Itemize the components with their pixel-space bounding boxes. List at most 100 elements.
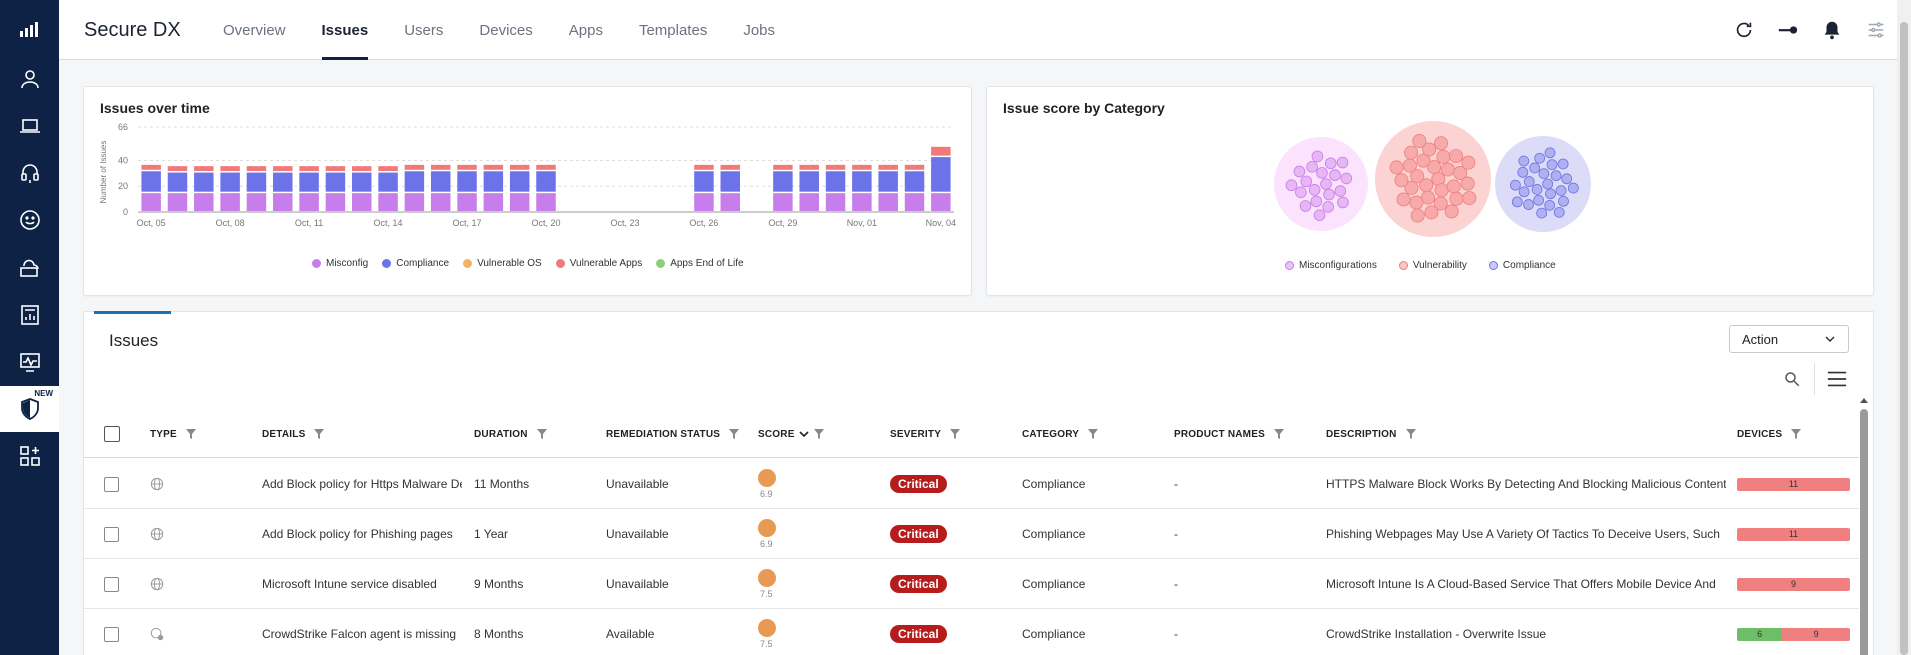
row-checkbox[interactable]	[104, 576, 119, 592]
filter-icon[interactable]	[1087, 428, 1099, 440]
bar-segment	[773, 193, 793, 211]
col-remediation-status[interactable]: REMEDIATION STATUS	[606, 410, 740, 458]
cloud-folder-icon[interactable]	[0, 245, 59, 291]
header-actions	[1733, 0, 1887, 60]
filter-icon[interactable]	[313, 428, 325, 440]
col-category[interactable]: CATEGORY	[1022, 410, 1099, 458]
select-all-checkbox[interactable]	[104, 426, 120, 442]
settings-sliders-icon[interactable]	[1865, 19, 1887, 41]
search-button[interactable]	[1770, 362, 1814, 396]
action-label: Action	[1742, 331, 1779, 347]
filter-icon[interactable]	[1790, 428, 1802, 440]
page-scrollbar[interactable]	[1897, 0, 1911, 655]
issues-accent-bar	[94, 311, 171, 314]
table-scrollbar[interactable]	[1859, 397, 1869, 655]
filter-icon[interactable]	[1273, 428, 1285, 440]
legend-compliance-cat[interactable]: Compliance	[1488, 260, 1556, 271]
issue-bubble	[1558, 195, 1569, 207]
tab-templates[interactable]: Templates	[621, 0, 725, 60]
bar-segment	[404, 193, 425, 211]
bar-segment	[852, 193, 872, 211]
legend-compliance[interactable]: Compliance	[382, 258, 449, 269]
smile-icon[interactable]	[0, 197, 59, 243]
table-row[interactable]: Add Block policy for Https Malware Detec…	[84, 459, 1859, 509]
legend-misconfig[interactable]: Misconfig	[312, 258, 368, 269]
tab-jobs[interactable]: Jobs	[725, 0, 793, 60]
legend-misconfigurations[interactable]: Misconfigurations	[1285, 260, 1377, 271]
headset-icon[interactable]	[0, 150, 59, 196]
shield-icon[interactable]: NEW	[0, 386, 59, 432]
col-type[interactable]: TYPE	[150, 410, 197, 458]
analytics-icon[interactable]	[0, 6, 59, 52]
tab-users[interactable]: Users	[386, 0, 461, 60]
table-row[interactable]: Add Block policy for Phishing pages 1 Yea…	[84, 509, 1859, 559]
col-details[interactable]: DETAILS	[262, 410, 325, 458]
sort-desc-icon[interactable]	[798, 429, 809, 439]
bar-segment	[509, 164, 530, 170]
devices-bar[interactable]: 11	[1737, 527, 1850, 541]
score-by-category-chart	[1274, 121, 1591, 237]
laptop-icon[interactable]	[0, 103, 59, 149]
issue-bubble	[1300, 175, 1313, 188]
col-severity[interactable]: SEVERITY	[890, 410, 961, 458]
legend-vulnerability[interactable]: Vulnerability	[1398, 260, 1467, 271]
tab-apps[interactable]: Apps	[551, 0, 621, 60]
issue-bubble	[1449, 149, 1464, 164]
table-header-row: TYPE DETAILS DURATION REMEDIATION STATUS…	[84, 410, 1859, 458]
columns-menu-button[interactable]	[1815, 362, 1859, 396]
remediation-cell: Unavailable	[606, 577, 669, 591]
remediation-cell: Available	[606, 627, 655, 641]
issue-bubble	[1555, 185, 1567, 197]
legend-apps-eol[interactable]: Apps End of Life	[656, 258, 744, 269]
issue-bubble	[1444, 204, 1459, 219]
row-checkbox[interactable]	[104, 626, 119, 642]
type-cell	[150, 509, 164, 559]
filter-icon[interactable]	[1405, 428, 1417, 440]
col-devices[interactable]: DEVICES	[1737, 410, 1802, 458]
issue-bubble	[1320, 178, 1332, 190]
row-select-cell	[104, 459, 119, 509]
bar-segment	[904, 193, 925, 211]
action-dropdown[interactable]: Action	[1729, 325, 1849, 353]
col-product-names[interactable]: PRODUCT NAMES	[1174, 410, 1285, 458]
bar-segment	[852, 171, 872, 192]
issue-bubble	[1553, 206, 1565, 218]
legend-vulnerable-apps[interactable]: Vulnerable Apps	[555, 258, 642, 269]
user-icon[interactable]	[0, 56, 59, 102]
col-description[interactable]: DESCRIPTION	[1326, 410, 1417, 458]
issue-bubble	[1533, 194, 1545, 206]
tab-overview[interactable]: Overview	[205, 0, 304, 60]
issue-bubble	[1324, 157, 1337, 170]
refresh-icon[interactable]	[1733, 19, 1755, 41]
devices-bar[interactable]: 9	[1737, 577, 1850, 591]
bar-segment	[773, 171, 793, 192]
bar-segment	[799, 193, 819, 211]
row-checkbox[interactable]	[104, 526, 119, 542]
row-checkbox[interactable]	[104, 476, 119, 492]
tab-devices[interactable]: Devices	[461, 0, 550, 60]
filter-icon[interactable]	[949, 428, 961, 440]
search-icon	[1785, 372, 1800, 387]
issue-bubble	[1394, 173, 1409, 188]
apps-grid-icon[interactable]	[0, 433, 59, 479]
legend-vulnerable-os[interactable]: Vulnerable OS	[463, 258, 542, 269]
filter-icon[interactable]	[728, 428, 740, 440]
monitor-pulse-icon[interactable]	[0, 339, 59, 385]
report-icon[interactable]	[0, 292, 59, 338]
devices-bar[interactable]: 11	[1737, 477, 1850, 491]
table-row[interactable]: Microsoft Intune service disabled 9 Month…	[84, 559, 1859, 609]
bar-segment	[299, 172, 319, 192]
issues-over-time-legend: Misconfig Compliance Vulnerable OS Vulne…	[312, 258, 744, 269]
toggle-key-icon[interactable]	[1777, 19, 1799, 41]
filter-icon[interactable]	[185, 428, 197, 440]
bell-icon[interactable]	[1821, 19, 1843, 41]
tab-issues[interactable]: Issues	[304, 0, 387, 60]
page-scrollbar-thumb[interactable]	[1900, 22, 1908, 655]
filter-icon[interactable]	[536, 428, 548, 440]
col-score[interactable]: SCORE	[758, 410, 825, 458]
issue-bubble	[1412, 134, 1427, 149]
col-duration[interactable]: DURATION	[474, 410, 548, 458]
devices-bar[interactable]: 69	[1737, 627, 1850, 641]
table-row[interactable]: CrowdStrike Falcon agent is missing 8 Mon…	[84, 609, 1859, 655]
filter-icon[interactable]	[813, 428, 825, 440]
